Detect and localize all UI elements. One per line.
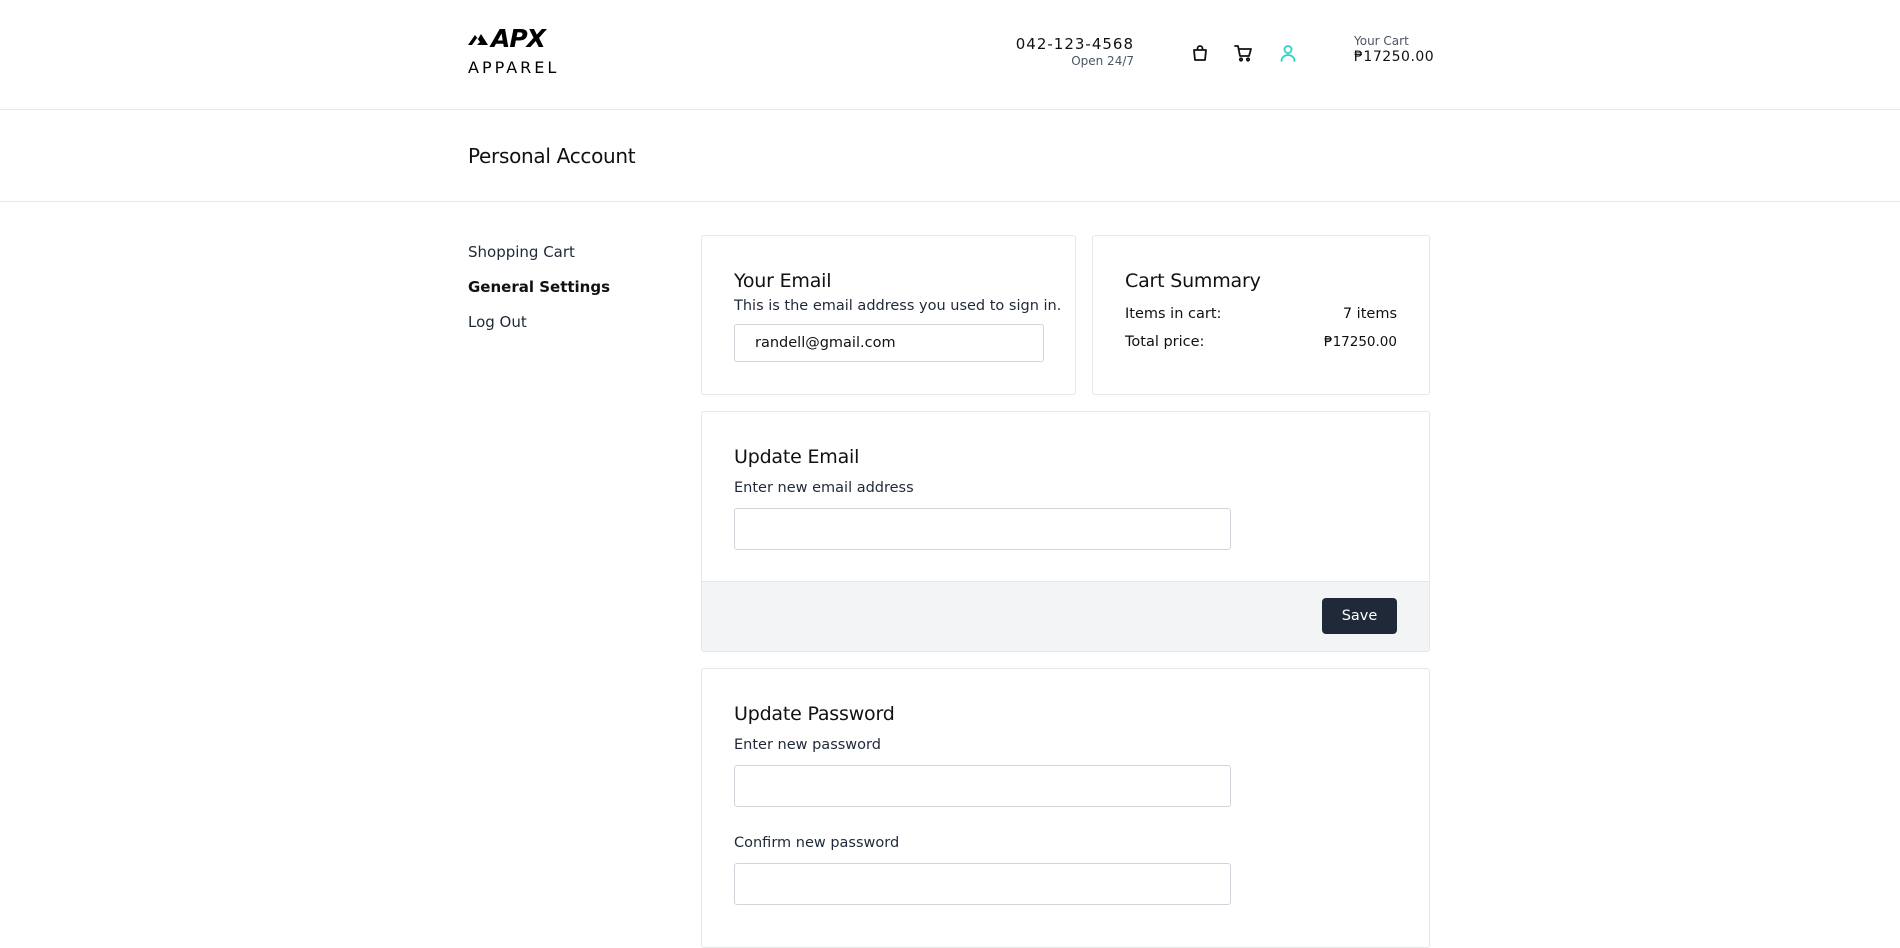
total-price-row: Total price: ₱17250.00 (1125, 334, 1397, 350)
sidebar-item-log-out[interactable]: Log Out (468, 313, 610, 331)
current-email-field[interactable] (734, 324, 1044, 362)
update-email-card: Update Email Enter new email address Sav… (701, 411, 1430, 652)
sidebar-item-general-settings[interactable]: General Settings (468, 278, 610, 296)
cart-summary-card: Cart Summary Items in cart: 7 items Tota… (1092, 235, 1430, 395)
user-icon[interactable] (1278, 43, 1298, 63)
new-password-label: Enter new password (734, 737, 881, 753)
logo-mark: APX (468, 23, 559, 53)
page-title-bar: Personal Account (0, 110, 1900, 202)
cart-label: Your Cart (1354, 34, 1409, 48)
update-email-footer: Save (702, 581, 1429, 651)
your-email-card: Your Email This is the email address you… (701, 235, 1076, 395)
new-email-label: Enter new email address (734, 480, 914, 496)
logo-subtitle: APPAREL (468, 58, 560, 77)
your-email-description: This is the email address you used to si… (734, 298, 1062, 314)
your-email-title: Your Email (734, 270, 832, 292)
cart-total: ₱17250.00 (1354, 49, 1435, 65)
shopping-bag-icon[interactable] (1190, 43, 1210, 63)
new-password-input[interactable] (734, 765, 1231, 807)
update-email-title: Update Email (734, 446, 860, 468)
total-price-label: Total price: (1125, 334, 1205, 350)
brand-logo[interactable]: APX APPAREL (468, 24, 559, 77)
new-email-input[interactable] (734, 508, 1231, 550)
sidebar-item-shopping-cart[interactable]: Shopping Cart (468, 243, 610, 261)
phone-number: 042-123-4568 (1015, 35, 1134, 53)
logo-apx-text: APX (491, 23, 546, 53)
shopping-cart-icon[interactable] (1233, 43, 1253, 63)
store-hours: Open 24/7 (1071, 54, 1134, 68)
total-price-value: ₱17250.00 (1323, 334, 1397, 350)
mountain-icon (468, 34, 488, 45)
save-button[interactable]: Save (1322, 598, 1397, 634)
site-header: APX APPAREL 042-123-4568 Open 24/7 Your … (0, 0, 1900, 110)
items-in-cart-value: 7 items (1342, 306, 1397, 322)
confirm-password-input[interactable] (734, 863, 1231, 905)
header-cart-summary[interactable]: Your Cart ₱17250.00 (1354, 34, 1434, 65)
update-password-card: Update Password Enter new password Confi… (701, 668, 1430, 948)
items-in-cart-row: Items in cart: 7 items (1125, 306, 1397, 322)
page-title: Personal Account (468, 144, 636, 168)
account-sidebar: Shopping Cart General Settings Log Out (468, 243, 610, 348)
cart-summary-title: Cart Summary (1125, 270, 1261, 292)
items-in-cart-label: Items in cart: (1125, 306, 1222, 322)
contact-info: 042-123-4568 Open 24/7 (1016, 35, 1134, 68)
confirm-password-label: Confirm new password (734, 835, 900, 851)
update-password-title: Update Password (734, 703, 895, 725)
